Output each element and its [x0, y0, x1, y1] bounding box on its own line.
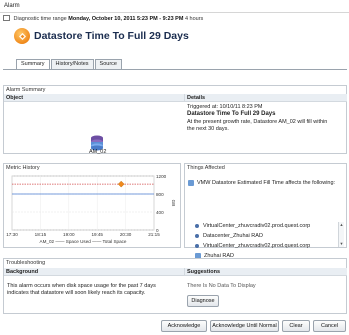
affected-item[interactable]: VirtualCenter_zhuvcradiv02.prod.quest.co… [195, 222, 310, 230]
detail-text-2: the next 30 days. [187, 126, 229, 132]
diagnostic-time-range: Diagnostic time range Monday, October 10… [3, 15, 203, 22]
acknowledge-button[interactable]: Acknowledge [161, 320, 207, 332]
object-name[interactable]: AM_02 [89, 149, 106, 155]
x-tick-label: 19:45 [91, 232, 103, 237]
troubleshooting-title: Troubleshooting [6, 260, 46, 266]
affected-item-label: VirtualCenter_zhuvcradiv02.prod.quest.co… [203, 243, 311, 249]
datastore-small-icon [188, 180, 194, 186]
background-column-header: Background [4, 268, 184, 276]
acknowledge-until-normal-button[interactable]: Acknowledge Until Normal [210, 320, 279, 332]
details-column-header: Details [184, 94, 347, 102]
diagnostic-duration: 4 hours [184, 16, 204, 22]
tab-summary[interactable]: Summary [16, 59, 50, 69]
bullet-icon [195, 244, 199, 248]
x-tick-label: 18:15 [35, 232, 47, 237]
diagnostic-label: Diagnostic time range [13, 16, 67, 22]
y-tick-label: 400 [156, 210, 164, 215]
triggered-at: Triggered at: 10/10/11 8:23 PM [187, 104, 263, 110]
x-tick-label: 20:30 [120, 232, 132, 237]
cancel-button[interactable]: Cancel [313, 320, 346, 332]
clear-button[interactable]: Clear [282, 320, 310, 332]
bullet-icon [195, 234, 199, 238]
y-axis-label: GB [171, 200, 176, 207]
warning-icon [14, 28, 30, 44]
object-column-header: Object [4, 94, 184, 102]
y-tick-label: 800 [156, 192, 164, 197]
y-tick-label: 1200 [156, 174, 167, 179]
alarm-title: Datastore Time To Full 29 Days [34, 30, 189, 42]
chart-legend: AM_02 —— Space Used —— Total Space [40, 239, 127, 244]
diagnostic-value: Monday, October 10, 2011 5:23 PM - 9:23 … [68, 16, 184, 22]
suggestions-empty-text: There Is No Data To Display [187, 283, 256, 289]
tab-history-notes[interactable]: History/Notes [50, 59, 94, 69]
suggestions-column-header: Suggestions [184, 268, 347, 276]
affected-list-scrollbar[interactable]: ▲ ▼ [338, 222, 344, 247]
affected-item-label: VirtualCenter_zhuvcradiv02.prod.quest.co… [203, 223, 311, 229]
detail-text-1: At the present growth rate, Datastore AM… [187, 119, 328, 125]
x-tick-label: 19:00 [63, 232, 75, 237]
x-tick-label: 17:30 [6, 232, 18, 237]
window-titlebar: Alarm [0, 0, 349, 13]
window-title: Alarm [4, 3, 20, 9]
bullet-icon [195, 224, 199, 228]
calendar-icon[interactable] [3, 15, 10, 21]
detail-title: Datastore Time To Full 29 Days [187, 111, 276, 117]
scroll-down-icon[interactable]: ▼ [339, 241, 344, 247]
scroll-up-icon[interactable]: ▲ [339, 222, 344, 228]
x-tick-label: 21:15 [148, 232, 160, 237]
affected-item[interactable]: VirtualCenter_zhuvcradiv02.prod.quest.co… [195, 242, 310, 250]
background-text-2: indicates that datastore will soon likel… [7, 290, 146, 296]
affected-item[interactable]: Datacenter_Zhuhai RAD [195, 232, 263, 240]
things-affected-summary: VMW Datastore Estimated Fill Time affect… [188, 180, 335, 186]
things-affected-summary-text: VMW Datastore Estimated Fill Time affect… [197, 180, 336, 186]
tab-source[interactable]: Source [94, 59, 122, 69]
alarm-summary-title: Alarm Summary [6, 87, 46, 93]
tab-divider [3, 69, 347, 70]
alarm-header: Datastore Time To Full 29 Days [14, 26, 189, 46]
metric-history-chart: 0400800120017:30 18:15 19:00 19:45 20:30 21:1… [6, 174, 176, 244]
affected-item-label: Datacenter_Zhuhai RAD [203, 233, 263, 239]
things-affected-title: Things Affected [187, 165, 225, 171]
tab-bar: Summary History/Notes Source [16, 59, 123, 69]
affected-list: VirtualCenter_zhuvcradiv02.prod.quest.co… [195, 222, 340, 262]
background-text-1: This alarm occurs when disk space usage … [7, 283, 156, 289]
metric-history-title: Metric History [6, 165, 40, 171]
diagnose-button[interactable]: Diagnose [187, 295, 219, 307]
